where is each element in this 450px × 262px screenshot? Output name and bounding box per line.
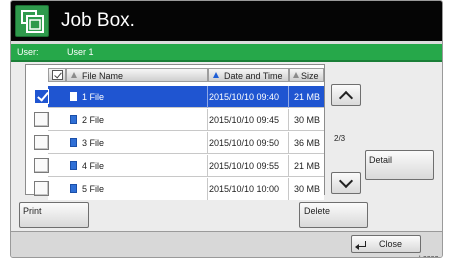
title-bar: Job Box. xyxy=(11,1,442,41)
table-row[interactable]: 5 File 2015/10/10 10:00 30 MB xyxy=(34,178,324,200)
sort-active-icon xyxy=(213,72,219,78)
select-all-checkbox[interactable] xyxy=(48,68,66,82)
file-size: 21 MB xyxy=(294,161,321,171)
sort-asc-icon xyxy=(293,72,299,78)
scroll-up-button[interactable] xyxy=(331,84,361,106)
column-header-date[interactable]: Date and Time xyxy=(208,68,289,82)
job-box-window: Job Box. User: User 1 File Name Date and… xyxy=(10,0,443,258)
chevron-down-icon xyxy=(338,173,354,189)
file-size: 36 MB xyxy=(294,138,321,148)
column-label-date: Date and Time xyxy=(224,71,283,81)
file-date: 2015/10/10 09:45 xyxy=(209,115,280,125)
file-size: 30 MB xyxy=(294,115,321,125)
file-size: 21 MB xyxy=(294,92,321,102)
column-label-file-name: File Name xyxy=(82,71,124,81)
row-checkbox[interactable] xyxy=(34,135,49,150)
row-checkbox[interactable] xyxy=(34,181,49,196)
file-icon xyxy=(70,161,77,170)
user-label: User: xyxy=(17,47,39,57)
close-button-label: Close xyxy=(379,239,403,249)
table-row[interactable]: 1 File 2015/10/10 09:40 21 MB xyxy=(34,86,324,108)
row-checkbox[interactable] xyxy=(34,112,49,127)
file-name: 4 File xyxy=(82,161,105,171)
footer-bar: Close b0202 xyxy=(11,231,442,257)
row-checkbox[interactable] xyxy=(34,158,49,173)
user-bar: User: User 1 xyxy=(11,44,442,60)
column-header-size[interactable]: Size xyxy=(289,68,324,82)
file-icon xyxy=(70,115,77,124)
table-row[interactable]: 2 File 2015/10/10 09:45 30 MB xyxy=(34,109,324,131)
screen-code: b0202 xyxy=(419,256,438,257)
table-row[interactable]: 3 File 2015/10/10 09:50 36 MB xyxy=(34,132,324,154)
file-icon xyxy=(70,92,77,101)
scroll-down-button[interactable] xyxy=(331,172,361,194)
user-name: User 1 xyxy=(67,47,94,57)
file-date: 2015/10/10 09:40 xyxy=(209,92,280,102)
print-button-label: Print xyxy=(23,206,42,216)
delete-button[interactable]: Delete xyxy=(299,202,368,228)
file-date: 2015/10/10 09:55 xyxy=(209,161,280,171)
column-header-file-name[interactable]: File Name xyxy=(66,68,208,82)
table-row[interactable]: 4 File 2015/10/10 09:55 21 MB xyxy=(34,155,324,177)
file-date: 2015/10/10 10:00 xyxy=(209,184,280,194)
column-label-size: Size xyxy=(301,71,319,81)
detail-button-label: Detail xyxy=(369,155,393,165)
close-button[interactable]: Close xyxy=(351,235,421,253)
detail-button[interactable]: Detail xyxy=(365,150,434,180)
sort-asc-icon xyxy=(71,72,77,78)
row-checkbox[interactable] xyxy=(34,89,49,104)
delete-button-label: Delete xyxy=(304,206,331,216)
chevron-up-icon xyxy=(338,90,354,106)
file-name: 3 File xyxy=(82,138,105,148)
print-button[interactable]: Print xyxy=(19,202,89,228)
file-icon xyxy=(70,184,77,193)
file-name: 1 File xyxy=(82,92,105,102)
main-content: File Name Date and Time Size 1 File 2015… xyxy=(11,60,442,231)
file-name: 5 File xyxy=(82,184,105,194)
file-size: 30 MB xyxy=(294,184,321,194)
enter-icon xyxy=(355,241,366,250)
file-icon xyxy=(70,138,77,147)
file-name: 2 File xyxy=(82,115,105,125)
page-indicator: 2/3 xyxy=(334,134,346,143)
job-box-icon xyxy=(15,5,49,37)
file-list-panel: File Name Date and Time Size 1 File 2015… xyxy=(25,64,325,200)
file-date: 2015/10/10 09:50 xyxy=(209,138,280,148)
check-icon xyxy=(37,89,49,102)
checkbox-icon xyxy=(52,70,63,80)
page-title: Job Box. xyxy=(61,10,135,31)
